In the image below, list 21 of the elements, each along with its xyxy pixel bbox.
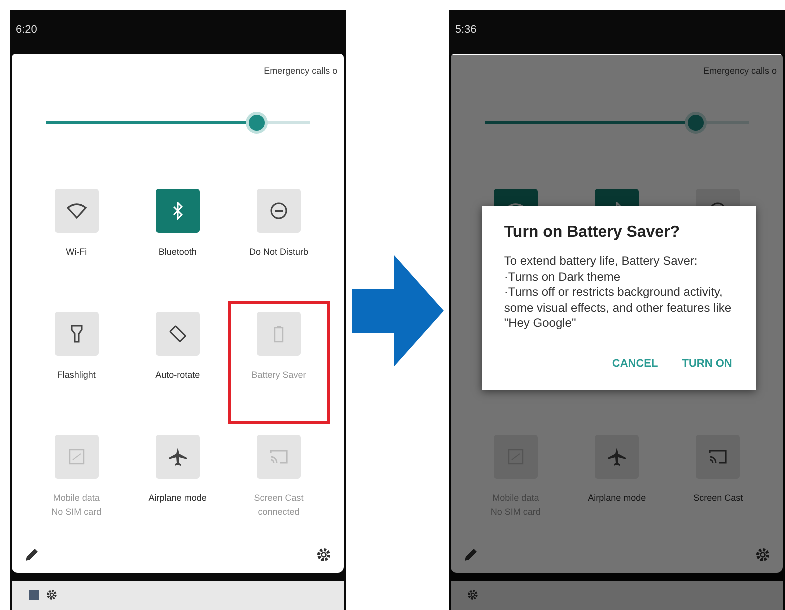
tile-sublabel: connected	[258, 506, 300, 517]
dialog-text: To extend battery life, Battery Saver: ·Turns on Dark theme ·Turns off or restricts background activity, some visual effects, and other features like "Hey Google"	[504, 254, 733, 332]
tile-label: Do Not Disturb	[250, 246, 309, 257]
tile-label: Airplane mode	[148, 492, 207, 503]
status-time: 6:20	[15, 23, 38, 38]
tile-label: Screen Cast	[254, 492, 304, 503]
dialog-button[interactable]: CANCEL	[610, 354, 660, 374]
tile-label: Mobile data	[53, 492, 100, 503]
tile-label: Flashlight	[57, 370, 96, 380]
tile-label: Auto-rotate	[156, 370, 200, 380]
tile-label: Battery Saver	[252, 370, 306, 380]
tile-label: Bluetooth	[158, 246, 197, 257]
tile-sublabel: No SIM card	[52, 506, 102, 517]
emergency-calls-text: Emergency calls o	[703, 66, 777, 76]
dialog-button[interactable]: TURN ON	[680, 354, 734, 374]
tile-label: Screen Cast	[694, 492, 744, 503]
tile-label: Wi-Fi	[66, 246, 88, 257]
emergency-calls-text: Emergency calls o	[264, 66, 338, 76]
tile-label: Airplane mode	[588, 492, 646, 503]
dialog-title: Turn on Battery Saver?	[504, 224, 682, 242]
status-time: 5:36	[454, 23, 478, 38]
